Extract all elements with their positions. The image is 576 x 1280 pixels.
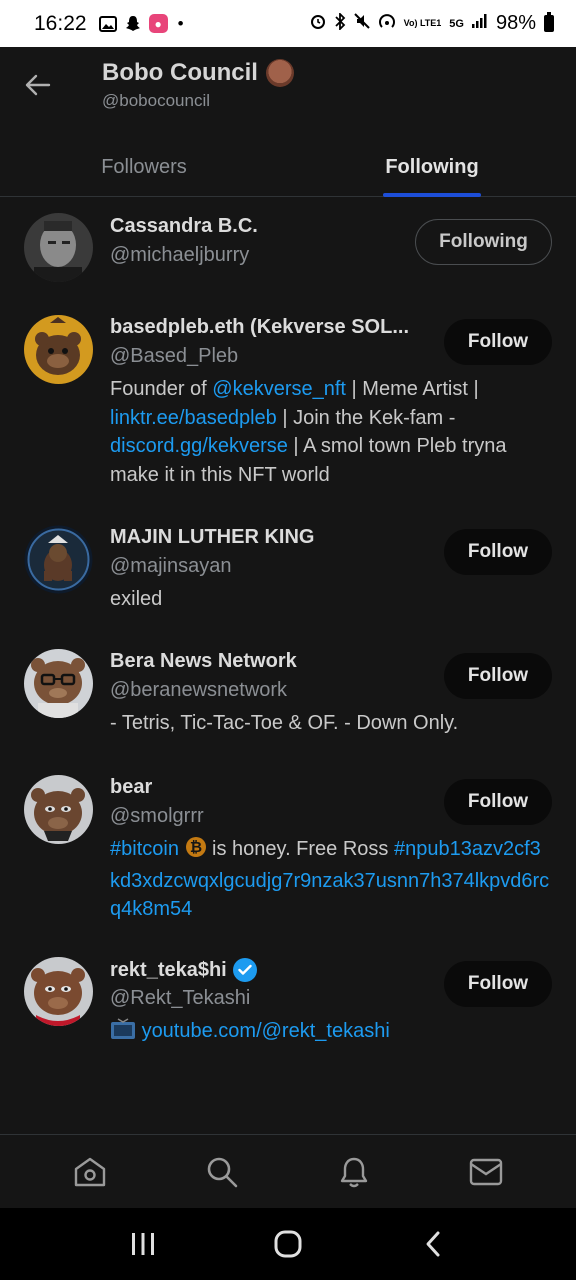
nav-messages[interactable]	[462, 1148, 510, 1196]
nav-notifications[interactable]	[330, 1148, 378, 1196]
page-title: Bobo Council	[102, 59, 294, 87]
account-handle: @majinsayan	[110, 555, 232, 577]
following-button[interactable]: Following	[415, 219, 552, 265]
bio-text: is honey. Free Ross	[206, 838, 394, 860]
nav-search[interactable]	[198, 1148, 246, 1196]
page-handle: @bobocouncil	[102, 91, 210, 110]
volte-label: Vo) LTE1	[403, 18, 442, 28]
network-type: 5G	[449, 17, 464, 30]
account-name-text: rekt_teka$hi	[110, 958, 227, 981]
gallery-icon	[98, 15, 117, 32]
account-name: Cassandra B.C.	[110, 215, 258, 237]
account-bio: Founder of @kekverse_nft | Meme Artist |…	[110, 375, 550, 489]
account-bio: youtube.com/@rekt_tekashi	[110, 1017, 550, 1049]
recent-apps-icon	[131, 1233, 154, 1255]
avatar[interactable]	[24, 775, 93, 844]
list-item[interactable]: Cassandra B.C. @michaeljburry Following	[0, 197, 576, 301]
status-time: 16:22	[34, 11, 87, 35]
bitcoin-icon: ₿	[185, 836, 207, 867]
account-handle: @Rekt_Tekashi	[110, 987, 251, 1009]
tv-icon	[110, 1018, 136, 1049]
tab-bar: Followers Following	[0, 137, 576, 197]
account-name: basedpleb.eth (Kekverse SOL...	[110, 316, 409, 338]
follow-button[interactable]: Follow	[444, 653, 552, 699]
follow-button[interactable]: Follow	[444, 319, 552, 365]
alarm-icon	[310, 13, 326, 34]
arrow-left-icon	[25, 74, 51, 96]
account-bio: - Tetris, Tic-Tac-Toe & OF. - Down Only.	[110, 712, 459, 734]
tab-following[interactable]: Following	[288, 137, 576, 197]
bio-text: Founder of	[110, 378, 213, 400]
account-bio: exiled	[110, 588, 163, 610]
tab-followers[interactable]: Followers	[0, 137, 288, 197]
dot-icon: •	[177, 13, 184, 33]
status-bar: 16:22 ● • Vo) LTE1 5G 98%	[0, 0, 576, 47]
home-button[interactable]	[264, 1220, 312, 1268]
verified-badge-icon	[232, 958, 257, 982]
bio-url-link[interactable]: discord.gg/kekverse	[110, 435, 288, 457]
list-item[interactable]: bear @smolgrrr Follow #bitcoin ₿ is hone…	[0, 761, 576, 943]
snapchat-icon	[125, 15, 141, 32]
account-name: rekt_teka$hi	[110, 958, 257, 982]
bio-mention-link[interactable]: @kekverse_nft	[212, 378, 346, 400]
profile-header: Bobo Council @bobocouncil Followers Foll…	[0, 47, 576, 197]
signal-icon	[471, 14, 488, 33]
list-item[interactable]: rekt_teka$hi @Rekt_Tekashi Follow youtub…	[0, 943, 576, 1073]
avatar[interactable]	[24, 649, 93, 718]
system-nav-bar	[0, 1208, 576, 1280]
account-handle: @beranewsnetwork	[110, 679, 288, 701]
avatar[interactable]	[24, 315, 93, 384]
follow-button[interactable]: Follow	[444, 961, 552, 1007]
page-title-text: Bobo Council	[102, 59, 258, 86]
list-item[interactable]: Bera News Network @beranewsnetwork Follo…	[0, 635, 576, 761]
follow-button[interactable]: Follow	[444, 779, 552, 825]
bio-hashtag-link[interactable]: #bitcoin	[110, 838, 179, 860]
account-handle: @Based_Pleb	[110, 345, 239, 367]
avatar[interactable]	[24, 213, 93, 282]
bio-url-link[interactable]: youtube.com/@rekt_tekashi	[142, 1020, 390, 1042]
list-item[interactable]: MAJIN LUTHER KING @majinsayan Follow exi…	[0, 511, 576, 635]
recent-apps-button[interactable]	[119, 1220, 167, 1268]
notifications-icon	[340, 1157, 368, 1187]
app-notification-icon: ●	[148, 14, 168, 33]
bottom-nav	[0, 1134, 576, 1208]
account-handle: @smolgrrr	[110, 805, 204, 827]
chevron-left-icon	[426, 1231, 440, 1257]
account-name: MAJIN LUTHER KING	[110, 526, 315, 548]
account-name: bear	[110, 776, 153, 798]
hotspot-icon	[378, 13, 396, 34]
battery-icon	[544, 12, 554, 32]
bluetooth-icon	[334, 11, 346, 35]
avatar[interactable]	[24, 525, 93, 594]
home-icon	[74, 1157, 106, 1186]
list-item[interactable]: basedpleb.eth (Kekverse SOL... @Based_Pl…	[0, 301, 576, 511]
back-button[interactable]	[22, 69, 54, 101]
mute-icon	[353, 13, 370, 34]
bio-text: | Join the Kek-fam -	[276, 406, 456, 429]
home-circle-icon	[274, 1230, 302, 1258]
messages-icon	[469, 1158, 503, 1185]
account-bio: #bitcoin ₿ is honey. Free Ross #npub13az…	[110, 835, 550, 924]
svg-text:₿: ₿	[189, 838, 201, 856]
bio-url-link[interactable]: linktr.ee/basedpleb	[110, 407, 277, 429]
follow-button[interactable]: Follow	[444, 529, 552, 575]
back-nav-button[interactable]	[409, 1220, 457, 1268]
account-handle: @michaeljburry	[110, 244, 250, 266]
search-icon	[207, 1157, 238, 1187]
avatar[interactable]	[24, 957, 93, 1026]
bio-text: | Meme Artist |	[346, 378, 479, 400]
account-name: Bera News Network	[110, 650, 297, 672]
battery-percent: 98%	[495, 12, 536, 34]
nav-home[interactable]	[66, 1148, 114, 1196]
bear-emoji-icon	[265, 59, 294, 87]
